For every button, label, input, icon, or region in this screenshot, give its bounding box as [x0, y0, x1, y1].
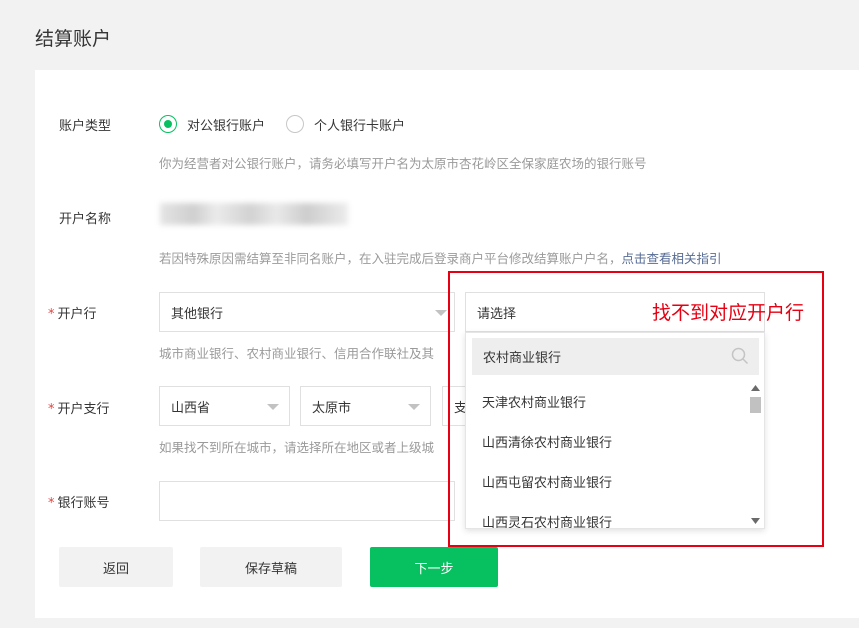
save-draft-button[interactable]: 保存草稿 [200, 547, 342, 587]
city-value: 太原市 [312, 400, 352, 416]
guide-link[interactable]: 点击查看相关指引 [622, 251, 722, 266]
bank-label: * 开户行 [48, 307, 97, 322]
chevron-down-icon [408, 404, 420, 410]
next-button[interactable]: 下一步 [370, 547, 498, 587]
radio-public-account-label[interactable]: 对公银行账户 [187, 115, 265, 134]
annotation-text: 找不到对应开户行 [652, 302, 805, 324]
chevron-down-icon [435, 310, 447, 316]
bank-hint: 城市商业银行、农村商业银行、信用合作联社及其 [159, 346, 435, 361]
bank-select-value: 其他银行 [171, 306, 224, 322]
account-name-label: 开户名称 [59, 212, 112, 227]
account-name-value-blurred [160, 203, 348, 225]
account-type-hint: 你为经营者对公银行账户，请务必填写开户名为太原市杏花岭区全保家庭农场的银行账号 [159, 156, 647, 171]
page-title: 结算账户 [35, 28, 112, 50]
province-select[interactable]: 山西省 [159, 386, 290, 426]
account-type-label: 账户类型 [59, 119, 112, 134]
radio-personal-account[interactable] [286, 115, 304, 133]
province-value: 山西省 [171, 400, 211, 416]
bank-select[interactable]: 其他银行 [159, 292, 455, 332]
branch-label: * 开户支行 [48, 402, 110, 417]
bank-account-input[interactable] [159, 481, 455, 521]
chevron-down-icon [267, 404, 279, 410]
branch-hint: 如果找不到所在城市，请选择所在地区或者上级城 [159, 440, 435, 455]
account-name-hint: 若因特殊原因需结算至非同名账户，在入驻完成后登录商户平台修改结算账户户名，点击查… [159, 251, 722, 266]
radio-personal-account-label[interactable]: 个人银行卡账户 [314, 115, 405, 134]
city-select[interactable]: 太原市 [300, 386, 431, 426]
back-button[interactable]: 返回 [59, 547, 173, 587]
bank-account-label: * 银行账号 [48, 496, 110, 511]
radio-public-account[interactable] [159, 115, 177, 133]
